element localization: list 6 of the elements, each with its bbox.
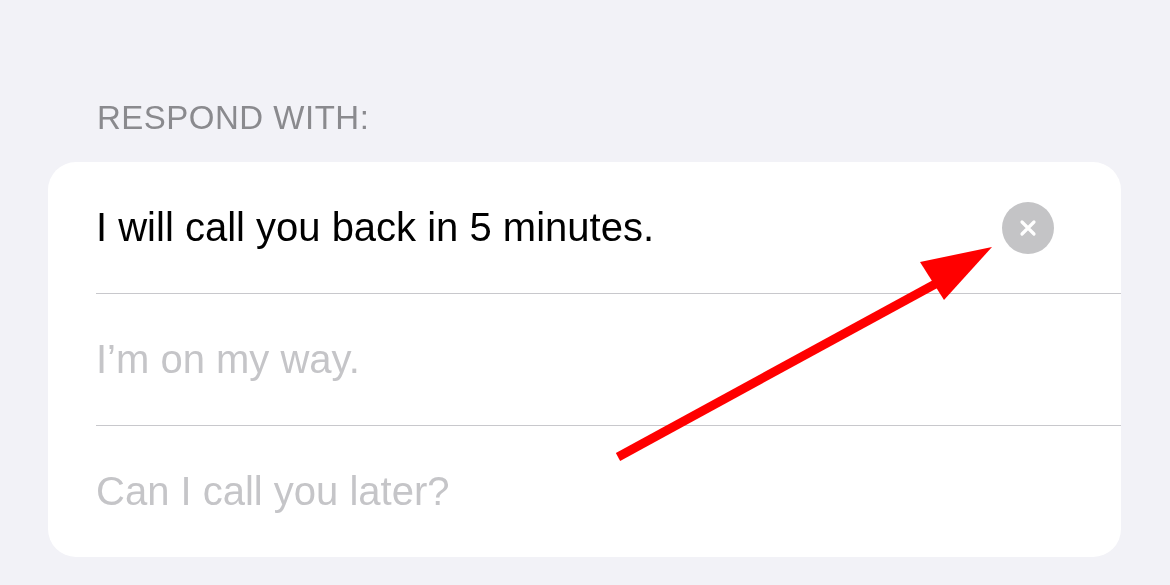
section-header: RESPOND WITH: xyxy=(96,98,371,138)
clear-button[interactable] xyxy=(1002,201,1054,254)
close-icon xyxy=(1019,218,1037,237)
response-field[interactable]: Can I call you later? xyxy=(96,461,1054,522)
response-field[interactable]: I’m on my way. xyxy=(96,329,1054,390)
response-field[interactable]: I will call you back in 5 minutes. xyxy=(96,197,1002,258)
